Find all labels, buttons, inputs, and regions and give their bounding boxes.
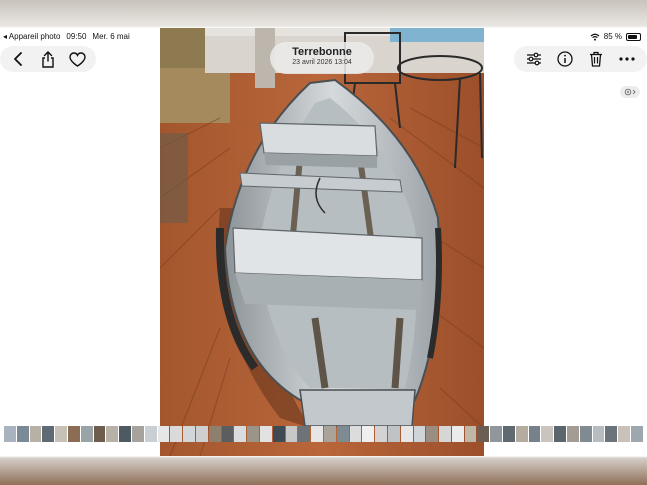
more-icon[interactable] bbox=[616, 48, 638, 70]
thumbnail[interactable] bbox=[336, 426, 349, 442]
thumbnail[interactable] bbox=[631, 426, 643, 442]
thumbnail[interactable] bbox=[285, 426, 298, 442]
thumbnail[interactable] bbox=[349, 426, 362, 442]
thumbnail[interactable] bbox=[80, 426, 93, 442]
thumbnail[interactable] bbox=[170, 426, 183, 442]
thumbnail[interactable] bbox=[439, 426, 451, 442]
location-title: Terrebonne bbox=[292, 46, 352, 58]
photo-datetime: 23 avril 2026 13:04 bbox=[292, 59, 352, 66]
thumbnail[interactable] bbox=[426, 426, 439, 442]
battery-icon bbox=[626, 32, 641, 41]
thumbnail[interactable] bbox=[183, 426, 195, 442]
thumbnail[interactable] bbox=[259, 426, 272, 442]
thumbnail[interactable] bbox=[247, 426, 259, 442]
status-time: 09:50 bbox=[66, 32, 87, 41]
thumbnail[interactable] bbox=[503, 426, 515, 442]
wifi-icon bbox=[590, 33, 600, 41]
thumbnail[interactable] bbox=[477, 426, 490, 442]
thumbnail[interactable] bbox=[131, 426, 144, 442]
info-icon[interactable] bbox=[554, 48, 576, 70]
share-icon[interactable] bbox=[37, 48, 59, 70]
thumbnail[interactable] bbox=[157, 426, 170, 442]
thumbnail[interactable] bbox=[42, 426, 55, 442]
thumbnail[interactable] bbox=[16, 426, 29, 442]
thumbnail[interactable] bbox=[375, 426, 387, 442]
main-photo[interactable] bbox=[160, 28, 484, 456]
thumbnail[interactable] bbox=[400, 426, 413, 442]
thumbnail[interactable] bbox=[592, 426, 605, 442]
chevron-left-icon[interactable] bbox=[8, 48, 30, 70]
thumbnail[interactable] bbox=[567, 426, 579, 442]
thumbnail[interactable] bbox=[490, 426, 503, 442]
thumbnail[interactable] bbox=[144, 426, 157, 442]
thumbnail[interactable] bbox=[323, 426, 336, 442]
thumbnail[interactable] bbox=[464, 426, 477, 442]
thumbnail[interactable] bbox=[311, 426, 323, 442]
thumbnail[interactable] bbox=[195, 426, 208, 442]
thumbnail[interactable] bbox=[234, 426, 247, 442]
thumbnail[interactable] bbox=[515, 426, 528, 442]
thumbnail[interactable] bbox=[541, 426, 554, 442]
toolbar-left bbox=[0, 46, 96, 72]
thumbnail[interactable] bbox=[618, 426, 631, 442]
thumbnail[interactable] bbox=[4, 426, 16, 442]
battery-percent: 85 % bbox=[603, 32, 622, 41]
heart-icon[interactable] bbox=[66, 48, 88, 70]
thumbnail[interactable] bbox=[119, 426, 131, 442]
ipad-frame: ◂ Appareil photo 09:50 Mer. 6 mai 85 % T… bbox=[0, 0, 647, 485]
thumbnail[interactable] bbox=[67, 426, 80, 442]
toolbar-right bbox=[514, 46, 647, 72]
thumbnail[interactable] bbox=[221, 426, 234, 442]
thumbnail[interactable] bbox=[298, 426, 311, 442]
adjust-sliders-icon[interactable] bbox=[523, 48, 545, 70]
thumbnail[interactable] bbox=[208, 426, 221, 442]
thumbnail[interactable] bbox=[362, 426, 375, 442]
thumbnail[interactable] bbox=[528, 426, 541, 442]
thumbnail[interactable] bbox=[106, 426, 119, 442]
trash-icon[interactable] bbox=[585, 48, 607, 70]
photo-title-pill[interactable]: Terrebonne 23 avril 2026 13:04 bbox=[270, 42, 374, 74]
thumbnail[interactable] bbox=[605, 426, 618, 442]
status-date: Mer. 6 mai bbox=[92, 32, 130, 41]
thumbnail[interactable] bbox=[554, 426, 567, 442]
thumbnail[interactable] bbox=[387, 426, 400, 442]
thumbnail[interactable] bbox=[55, 426, 67, 442]
thumbnail[interactable] bbox=[29, 426, 42, 442]
live-photo-badge[interactable] bbox=[620, 86, 640, 98]
boat-photo-image bbox=[160, 28, 484, 456]
thumbnail[interactable] bbox=[413, 426, 426, 442]
thumbnail-strip[interactable] bbox=[4, 426, 643, 442]
back-to-app-link[interactable]: ◂ Appareil photo bbox=[3, 32, 60, 41]
thumbnail[interactable] bbox=[272, 426, 285, 442]
live-photo-icon bbox=[624, 88, 636, 96]
thumbnail[interactable] bbox=[451, 426, 464, 442]
thumbnail[interactable] bbox=[579, 426, 592, 442]
thumbnail[interactable] bbox=[93, 426, 106, 442]
